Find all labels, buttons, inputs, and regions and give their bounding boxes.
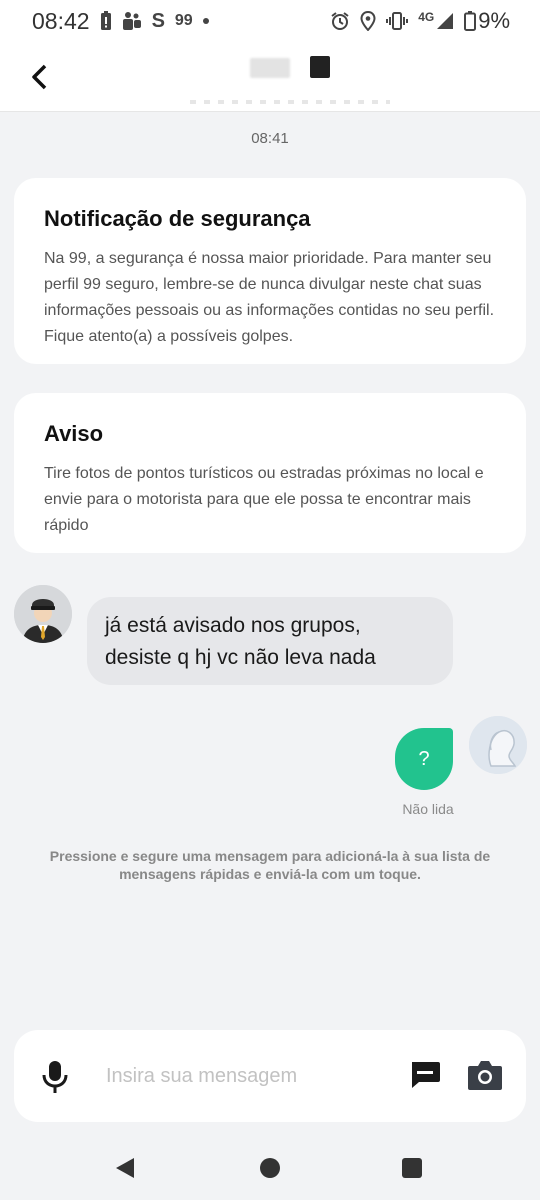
driver-avatar[interactable] xyxy=(14,585,72,643)
nav-home-icon[interactable] xyxy=(260,1158,280,1178)
notice-card: Aviso Tire fotos de pontos turísticos ou… xyxy=(14,393,526,553)
app-99-icon: 99 xyxy=(174,12,193,29)
outgoing-message-text: ? xyxy=(418,747,430,770)
notice-body: Tire fotos de pontos turísticos ou estra… xyxy=(44,465,484,534)
security-notice-body: Na 99, a segurança é nossa maior priorid… xyxy=(44,250,495,345)
status-bar-right: 4G 9% xyxy=(330,8,510,34)
message-status: Não lida xyxy=(402,801,454,817)
signal-icon xyxy=(437,13,454,29)
microphone-button[interactable] xyxy=(40,1060,70,1094)
security-notice-card: Notificação de segurança Na 99, a segura… xyxy=(14,178,526,364)
microphone-icon xyxy=(42,1061,68,1093)
incoming-message-bubble[interactable]: já está avisado nos grupos, desiste q hj… xyxy=(87,597,453,685)
status-bar-left: 08:42 S 99 xyxy=(32,8,209,35)
teams-icon xyxy=(122,12,141,30)
security-notice-title: Notificação de segurança xyxy=(44,206,311,231)
back-button[interactable] xyxy=(22,60,56,94)
carrier-icon: S xyxy=(151,9,165,32)
battery-icon xyxy=(464,11,477,31)
nav-back-icon[interactable] xyxy=(114,1157,136,1179)
incoming-message-line-2: desiste q hj vc não leva nada xyxy=(105,646,376,669)
outgoing-message-bubble[interactable]: ? xyxy=(395,728,453,790)
user-avatar[interactable] xyxy=(469,716,527,774)
system-navigation-bar xyxy=(0,1137,540,1200)
notice-title: Aviso xyxy=(44,421,104,446)
contact-name-redacted xyxy=(250,58,290,78)
more-notifications-icon xyxy=(202,18,209,24)
alarm-icon xyxy=(331,12,349,30)
status-bar: 08:42 S 99 4G 9% xyxy=(0,0,540,42)
battery-level: 9% xyxy=(478,8,510,33)
network-type: 4G xyxy=(418,10,435,24)
message-input[interactable] xyxy=(106,1058,386,1094)
chat-header xyxy=(0,42,540,112)
battery-alert-icon xyxy=(100,11,111,30)
quick-messages-hint: Pressione e segure uma mensagem para adi… xyxy=(49,848,491,882)
nav-recent-apps-icon[interactable] xyxy=(402,1158,422,1178)
quick-messages-icon xyxy=(412,1062,440,1088)
camera-button[interactable] xyxy=(467,1058,503,1092)
incoming-message-line-1: já está avisado nos grupos, xyxy=(105,614,361,637)
header-divider-dots xyxy=(190,100,390,104)
status-time: 08:42 xyxy=(32,7,90,34)
location-icon xyxy=(360,11,376,31)
driver-avatar-icon xyxy=(14,585,72,643)
vibrate-icon xyxy=(386,12,409,30)
camera-icon xyxy=(468,1061,502,1090)
user-avatar-icon xyxy=(469,716,527,774)
quick-messages-button[interactable] xyxy=(409,1060,441,1090)
message-input-bar xyxy=(14,1030,526,1122)
message-timestamp: 08:41 xyxy=(251,130,289,147)
contact-plate-redacted xyxy=(310,56,330,78)
chevron-left-icon xyxy=(32,64,47,90)
